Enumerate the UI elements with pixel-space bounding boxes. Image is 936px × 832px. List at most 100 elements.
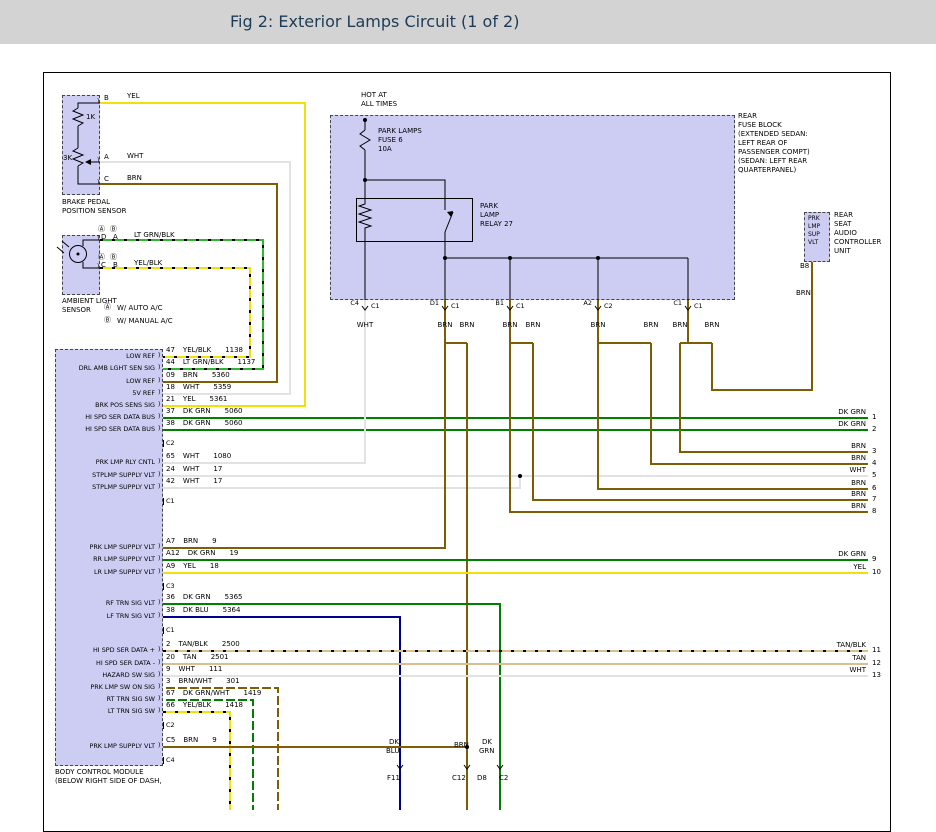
wire-color-label: WHT — [776, 667, 866, 675]
bcm-signal-label: PRK LMP RLY CNTL — [55, 459, 155, 466]
pin-hook: ) — [158, 569, 160, 576]
terminal-number: 3 — [872, 448, 876, 456]
fuse-caption: 10A — [378, 146, 392, 154]
fuse-block-pin: C4 — [335, 300, 359, 307]
bcm-pin-row: 38DK BLU5364 — [166, 607, 240, 615]
bcm-connector-tag: C1 — [163, 498, 175, 505]
pin-hook: ) — [158, 472, 160, 479]
pin-number: 09 — [166, 371, 175, 379]
text-label: A — [104, 154, 109, 162]
pin-number: 18 — [166, 383, 175, 391]
wire-color-label: BRN — [776, 455, 866, 463]
circuit-number: 111 — [209, 665, 222, 673]
bcm-connector-tag: C4 — [163, 757, 175, 764]
rear-audio-caption: AUDIO — [834, 230, 857, 238]
circuit-number: 301 — [226, 677, 239, 685]
text-label: YEL/BLK — [134, 260, 162, 268]
fuse-block-pin: D1 — [415, 300, 439, 307]
wire-color: DK GRN — [183, 419, 211, 427]
pin-hook: ) — [158, 414, 160, 421]
bcm-pin-row: 24WHT17 — [166, 466, 222, 474]
bcm-signal-label: STPLMP SUPPLY VLT — [55, 472, 155, 479]
circuit-number: 1080 — [213, 452, 231, 460]
ambient-light-sensor-box — [62, 235, 100, 295]
bcm-signal-label: HI SPD SER DATA BUS — [55, 426, 155, 433]
brake-pedal-sensor-caption: POSITION SENSOR — [62, 208, 126, 216]
text-label: B — [104, 95, 109, 103]
pin-number: 38 — [166, 419, 175, 427]
bcm-pin-row: 42WHT17 — [166, 478, 222, 486]
rear-audio-caption: SEAT — [834, 221, 851, 229]
bcm-signal-label: HI SPD SER DATA - — [55, 660, 155, 667]
bcm-pin-row: 3BRN/WHT301 — [166, 678, 240, 686]
wire-color-label: DK GRN — [776, 409, 866, 417]
bcm-pin-row: 44LT GRN/BLK1137 — [166, 359, 255, 367]
pin-hook: ) — [158, 672, 160, 679]
wire-color: BRN — [183, 736, 198, 744]
bcm-pin-row: 09BRN5360 — [166, 372, 230, 380]
pin-number: 42 — [166, 477, 175, 485]
bcm-pin-row: A9YEL18 — [166, 563, 219, 571]
brake-pedal-sensor-caption: BRAKE PEDAL — [62, 199, 110, 207]
text-label: 3K — [63, 155, 72, 163]
hot-at-all-times: ALL TIMES — [361, 101, 397, 109]
rear-audio-caption: UNIT — [834, 248, 851, 256]
bcm-signal-label: HAZARD SW SIG — [55, 672, 155, 679]
fuse-block-pin: A2 — [568, 300, 592, 307]
pin-hook: ) — [158, 556, 160, 563]
bcm-signal-label: 5V REF — [55, 390, 155, 397]
circuit-number: 5365 — [225, 593, 243, 601]
wire-color-label: BRN — [672, 322, 752, 330]
bcm-pin-row: A12DK GRN19 — [166, 550, 238, 558]
bcm-pin-row: 18WHT5359 — [166, 384, 231, 392]
wire-color-label: TAN/BLK — [776, 642, 866, 650]
wire-color-label: BRN — [454, 742, 469, 750]
circuit-number: 9 — [212, 736, 216, 744]
bcm-connector-tag: C3 — [163, 583, 175, 590]
circuit-number: 1137 — [238, 358, 256, 366]
pin-hook: ) — [158, 365, 160, 372]
circuit-number: 19 — [229, 549, 238, 557]
bcm-pin-row: 38DK GRN5060 — [166, 420, 242, 428]
connector-ref: C2 — [499, 775, 508, 783]
wire-color: LT GRN/BLK — [183, 358, 224, 366]
pin-hook: ) — [158, 696, 160, 703]
wire-color: YEL — [183, 562, 196, 570]
wire-color: DK GRN — [183, 407, 211, 415]
wire-color: YEL/BLK — [183, 346, 211, 354]
terminal-number: 1 — [872, 414, 876, 422]
bcm-caption: (BELOW RIGHT SIDE OF DASH, — [55, 778, 162, 786]
pin-number: 21 — [166, 395, 175, 403]
wire-color-label: YEL — [776, 564, 866, 572]
fuse-block-pin: B1 — [480, 300, 504, 307]
terminal-number: 13 — [872, 672, 881, 680]
wire-color: BRN/WHT — [178, 677, 212, 685]
connector-ref: C2 — [604, 303, 613, 310]
bcm-pin-row: A7BRN9 — [166, 538, 217, 546]
bcm-signal-label: LT TRN SIG SW — [55, 708, 155, 715]
wire-color: BRN — [183, 371, 198, 379]
circuit-number: 18 — [210, 562, 219, 570]
wire-color: WHT — [178, 665, 194, 673]
text-label: C — [104, 176, 109, 184]
circuit-number: 2500 — [222, 640, 240, 648]
hot-at-all-times: HOT AT — [361, 92, 387, 100]
terminal-number: 10 — [872, 569, 881, 577]
bcm-signal-label: LOW REF — [55, 378, 155, 385]
pin-hook: ) — [158, 353, 160, 360]
wire-color-label: BLU — [386, 748, 399, 756]
terminal-number: 9 — [872, 556, 876, 564]
rear-audio-pin-caption: VLT — [808, 240, 818, 247]
legend-manual-ac: W/ MANUAL A/C — [117, 318, 173, 326]
bcm-pin-row: 2TAN/BLK2500 — [166, 641, 240, 649]
pin-number: 38 — [166, 606, 175, 614]
terminal-number: 11 — [872, 647, 881, 655]
circuit-number: 1418 — [225, 701, 243, 709]
pin-number: 24 — [166, 465, 175, 473]
wire-color: DK BLU — [183, 606, 209, 614]
pin-number: 37 — [166, 407, 175, 415]
bcm-signal-label: HI SPD SER DATA BUS — [55, 414, 155, 421]
wire-color: TAN/BLK — [178, 640, 207, 648]
circuit-number: 5060 — [225, 407, 243, 415]
pin-hook: ) — [158, 684, 160, 691]
